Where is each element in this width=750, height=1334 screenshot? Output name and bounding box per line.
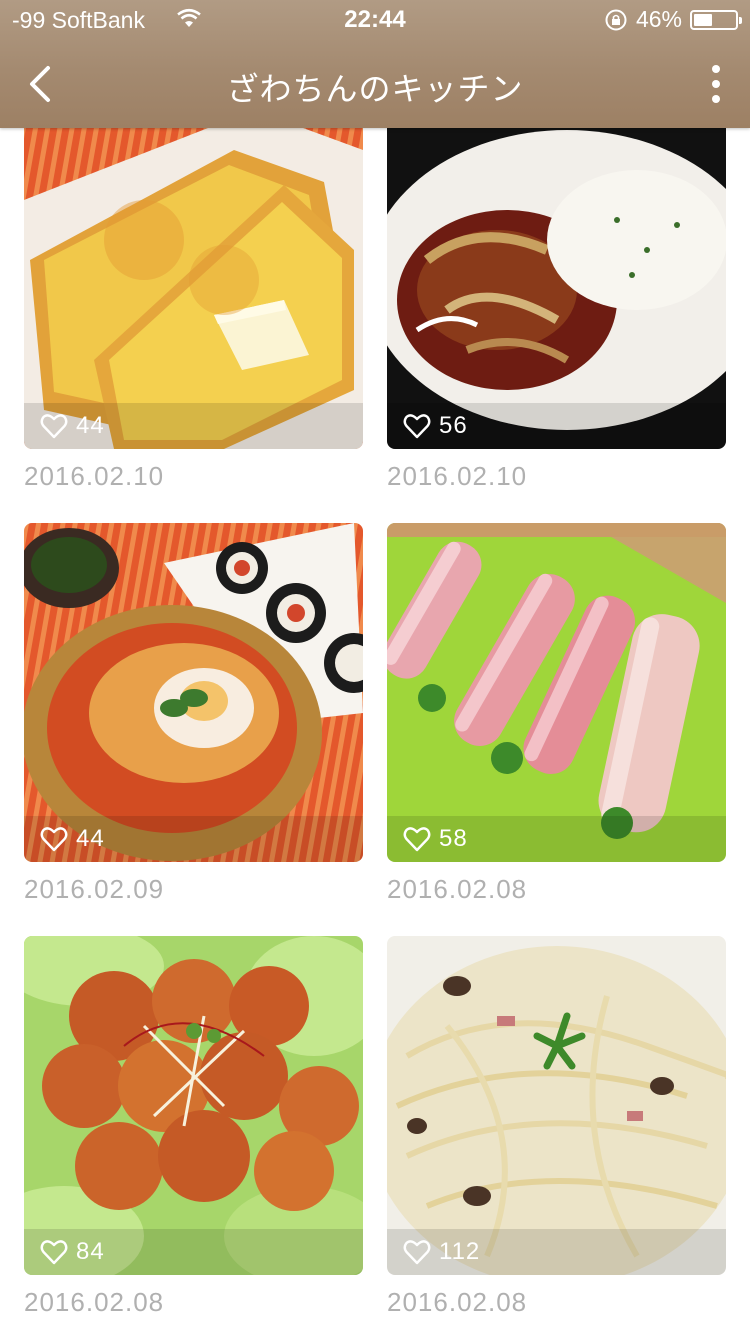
kimchi-stew-image bbox=[24, 523, 363, 862]
recipe-photo-cream-pasta[interactable]: 112 bbox=[387, 936, 726, 1275]
like-count: 84 bbox=[76, 1238, 105, 1265]
recipe-photo-hashed-beef[interactable]: 56 bbox=[387, 110, 726, 449]
app-header: -99 SoftBank 22:44 46% ざわちんのキッチン bbox=[0, 0, 750, 128]
recipe-card[interactable]: 58 2016.02.08 bbox=[387, 523, 726, 905]
recipe-photo-prosciutto-rolls[interactable]: 58 bbox=[387, 523, 726, 862]
recipe-photo-kimchi-stew[interactable]: 44 bbox=[24, 523, 363, 862]
chili-chicken-image bbox=[24, 936, 363, 1275]
like-count: 44 bbox=[76, 825, 105, 852]
like-bar[interactable]: 58 bbox=[387, 816, 726, 862]
post-date: 2016.02.08 bbox=[387, 1287, 528, 1317]
post-date: 2016.02.08 bbox=[387, 874, 528, 904]
recipe-photo-chili-chicken[interactable]: 84 bbox=[24, 936, 363, 1275]
heart-icon[interactable] bbox=[403, 413, 431, 439]
post-date: 2016.02.10 bbox=[24, 461, 165, 491]
orientation-lock-icon bbox=[605, 9, 627, 30]
heart-icon[interactable] bbox=[40, 826, 68, 852]
heart-icon[interactable] bbox=[403, 1239, 431, 1265]
battery-icon bbox=[690, 9, 742, 30]
battery-percent: 46% bbox=[635, 6, 682, 32]
like-count: 56 bbox=[439, 412, 468, 439]
post-date: 2016.02.08 bbox=[24, 1287, 165, 1317]
post-date: 2016.02.10 bbox=[387, 461, 528, 491]
prosciutto-rolls-image bbox=[387, 523, 726, 862]
heart-icon[interactable] bbox=[40, 1239, 68, 1265]
like-bar[interactable]: 112 bbox=[387, 1229, 726, 1275]
recipe-card[interactable]: 56 2016.02.10 bbox=[387, 110, 726, 492]
heart-icon[interactable] bbox=[403, 826, 431, 852]
like-count: 112 bbox=[439, 1238, 481, 1265]
recipe-card[interactable]: 112 2016.02.08 bbox=[387, 936, 726, 1318]
like-count: 44 bbox=[76, 412, 105, 439]
like-bar[interactable]: 44 bbox=[24, 403, 363, 449]
like-bar[interactable]: 56 bbox=[387, 403, 726, 449]
recipe-card[interactable]: 44 2016.02.09 bbox=[24, 523, 363, 905]
more-options-icon[interactable] bbox=[708, 64, 724, 104]
recipe-photo-french-toast[interactable]: 44 bbox=[24, 110, 363, 449]
recipe-card[interactable]: 44 2016.02.10 bbox=[24, 110, 363, 492]
page-title: ざわちんのキッチン bbox=[226, 71, 524, 107]
recipe-card[interactable]: 84 2016.02.08 bbox=[24, 936, 363, 1318]
french-toast-image bbox=[24, 110, 363, 449]
like-bar[interactable]: 84 bbox=[24, 1229, 363, 1275]
navigation-bar: ざわちんのキッチン bbox=[0, 40, 750, 128]
like-bar[interactable]: 44 bbox=[24, 816, 363, 862]
hashed-beef-image bbox=[387, 110, 726, 449]
cream-pasta-image bbox=[387, 936, 726, 1275]
post-date: 2016.02.09 bbox=[24, 874, 165, 904]
status-bar: -99 SoftBank 22:44 46% bbox=[0, 0, 750, 40]
status-right: 46% bbox=[604, 6, 742, 33]
like-count: 58 bbox=[439, 825, 468, 852]
heart-icon[interactable] bbox=[40, 413, 68, 439]
